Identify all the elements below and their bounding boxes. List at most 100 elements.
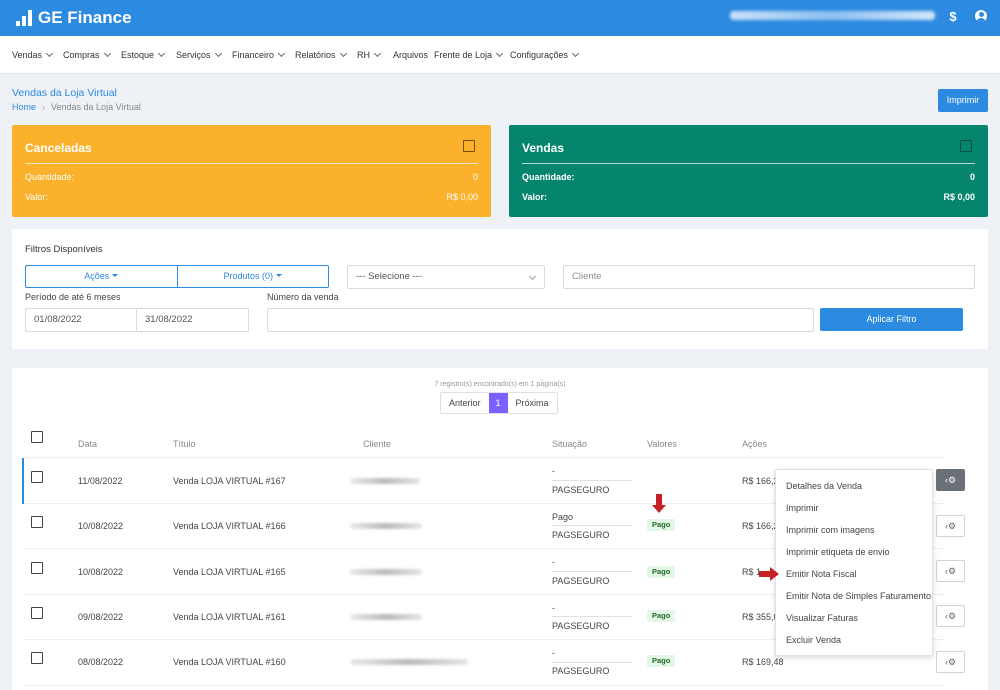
nav-item-vendas[interactable]: Vendas: [12, 49, 54, 60]
chevron-down-icon: [214, 49, 222, 58]
row-title[interactable]: Venda LOJA VIRTUAL #161: [173, 612, 286, 622]
nav-item-rh[interactable]: RH: [357, 49, 382, 60]
products-dropdown-button[interactable]: Produtos (0): [178, 266, 329, 287]
client-name-redacted: [350, 569, 422, 575]
date-to-input[interactable]: 31/08/2022: [136, 308, 249, 332]
row-date: 11/08/2022: [78, 476, 123, 486]
date-from-input[interactable]: 01/08/2022: [25, 308, 137, 332]
user-name-redacted: [730, 11, 935, 20]
caret-down-icon: [112, 274, 119, 277]
filter-button-group: Ações Produtos (0): [25, 265, 329, 288]
caret-down-icon: [276, 274, 283, 277]
menu-item-emitir-nota-simples[interactable]: Emitir Nota de Simples Faturamento: [786, 591, 931, 601]
column-header-valores[interactable]: Valores: [647, 439, 677, 449]
card-title: Canceladas: [25, 141, 92, 155]
row-actions-menu: Detalhes da Venda Imprimir Imprimir com …: [775, 469, 933, 656]
main-nav: Vendas Compras Estoque Serviços Financei…: [0, 36, 1000, 74]
records-info: 7 registro(s) encontrado(s) em 1 página(…: [434, 381, 566, 388]
select-all-checkbox[interactable]: [31, 431, 43, 443]
row-date: 08/08/2022: [78, 657, 124, 667]
app-title: GE Finance: [38, 8, 132, 27]
column-header-titulo[interactable]: Título: [173, 439, 196, 449]
value-label: Valor:: [25, 192, 48, 202]
nav-item-arquivos[interactable]: Arquivos: [393, 50, 428, 60]
client-input[interactable]: Cliente: [563, 265, 975, 289]
dollar-icon[interactable]: $: [945, 9, 961, 25]
card-title: Vendas: [522, 141, 565, 155]
menu-item-imprimir-com-imagens[interactable]: Imprimir com imagens: [786, 525, 875, 535]
nav-item-servicos[interactable]: Serviços: [176, 49, 222, 60]
filters-panel: Filtros Disponíveis Ações Produtos (0) -…: [12, 229, 988, 349]
chevron-right-icon: ›: [42, 102, 46, 112]
row-checkbox[interactable]: [31, 607, 43, 619]
card-checkbox[interactable]: [463, 140, 475, 152]
sale-number-input[interactable]: [267, 308, 814, 332]
row-actions-button[interactable]: ‹⚙: [936, 605, 965, 627]
row-checkbox[interactable]: [31, 516, 43, 528]
selected-row-indicator: [22, 458, 24, 504]
red-arrow-right-icon: [759, 567, 781, 581]
row-date: 10/08/2022: [78, 521, 124, 531]
row-title[interactable]: Venda LOJA VIRTUAL #165: [173, 567, 286, 577]
column-header-situacao[interactable]: Situação: [552, 439, 587, 449]
menu-item-detalhes-da-venda[interactable]: Detalhes da Venda: [786, 481, 862, 491]
row-gateway: PAGSEGURO: [552, 666, 610, 676]
nav-item-configuracoes[interactable]: Configurações: [510, 49, 580, 60]
value-amount: R$ 0,00: [446, 192, 478, 202]
nav-item-estoque[interactable]: Estoque: [121, 49, 166, 60]
menu-item-emitir-nota-fiscal[interactable]: Emitir Nota Fiscal: [786, 569, 857, 579]
pager-page-1[interactable]: 1: [488, 393, 508, 413]
row-checkbox[interactable]: [31, 471, 43, 483]
gear-icon: ⚙: [947, 521, 957, 531]
status-badge: Pago: [647, 566, 676, 578]
chevron-down-icon: [373, 49, 382, 58]
client-name-redacted: [350, 523, 422, 529]
row-title[interactable]: Venda LOJA VIRTUAL #160: [173, 657, 286, 667]
row-actions-button[interactable]: ‹⚙: [936, 515, 965, 537]
actions-dropdown-button[interactable]: Ações: [26, 266, 178, 287]
column-header-cliente[interactable]: Cliente: [363, 439, 391, 449]
breadcrumb-home-link[interactable]: Home: [12, 102, 36, 112]
status-badge: Pago: [647, 655, 676, 667]
row-title[interactable]: Venda LOJA VIRTUAL #167: [173, 476, 286, 486]
row-value: R$ 169,48: [742, 657, 784, 667]
row-gateway: PAGSEGURO: [552, 485, 610, 495]
app-logo[interactable]: GE Finance: [16, 8, 132, 28]
row-checkbox[interactable]: [31, 562, 43, 574]
card-checkbox[interactable]: [960, 140, 972, 152]
row-gateway: PAGSEGURO: [552, 621, 610, 631]
user-circle-icon[interactable]: [975, 10, 987, 22]
menu-item-excluir-venda[interactable]: Excluir Venda: [786, 635, 841, 645]
row-situation: -: [552, 648, 555, 658]
menu-item-imprimir[interactable]: Imprimir: [786, 503, 819, 513]
nav-item-compras[interactable]: Compras: [63, 49, 111, 60]
row-checkbox[interactable]: [31, 652, 43, 664]
nav-item-relatorios[interactable]: Relatórios: [295, 49, 347, 60]
menu-item-visualizar-faturas[interactable]: Visualizar Faturas: [786, 613, 858, 623]
row-situation: Pago: [552, 512, 574, 522]
row-actions-button[interactable]: ‹⚙: [936, 651, 965, 673]
sales-summary-card: Vendas Quantidade: 0 Valor: R$ 0,00: [509, 125, 988, 217]
gear-icon: ⚙: [947, 475, 957, 485]
print-button[interactable]: Imprimir: [938, 89, 988, 112]
menu-item-imprimir-etiqueta[interactable]: Imprimir etiqueta de envio: [786, 547, 890, 557]
pagination: Anterior 1 Próxima: [440, 392, 558, 414]
apply-filter-button[interactable]: Aplicar Filtro: [820, 308, 963, 331]
chevron-down-icon: [572, 49, 580, 58]
chevron-down-icon: [277, 49, 286, 58]
row-divider: [24, 685, 944, 686]
nav-item-financeiro[interactable]: Financeiro: [232, 49, 286, 60]
nav-item-frente-de-loja[interactable]: Frente de Loja: [434, 49, 504, 60]
row-title[interactable]: Venda LOJA VIRTUAL #166: [173, 521, 286, 531]
pager-next-button[interactable]: Próxima: [508, 393, 557, 413]
status-select[interactable]: --- Selecione ---: [347, 265, 545, 289]
row-situation: -: [552, 603, 555, 613]
column-header-data[interactable]: Data: [78, 439, 97, 449]
card-divider: [522, 163, 975, 164]
row-actions-button[interactable]: ‹⚙: [936, 560, 965, 582]
status-select-value: --- Selecione ---: [356, 271, 422, 282]
pager-prev-button[interactable]: Anterior: [441, 393, 489, 413]
row-actions-button[interactable]: ‹⚙: [936, 469, 965, 491]
page-title: Vendas da Loja Virtual: [12, 87, 117, 99]
gear-icon: ⚙: [947, 566, 957, 576]
